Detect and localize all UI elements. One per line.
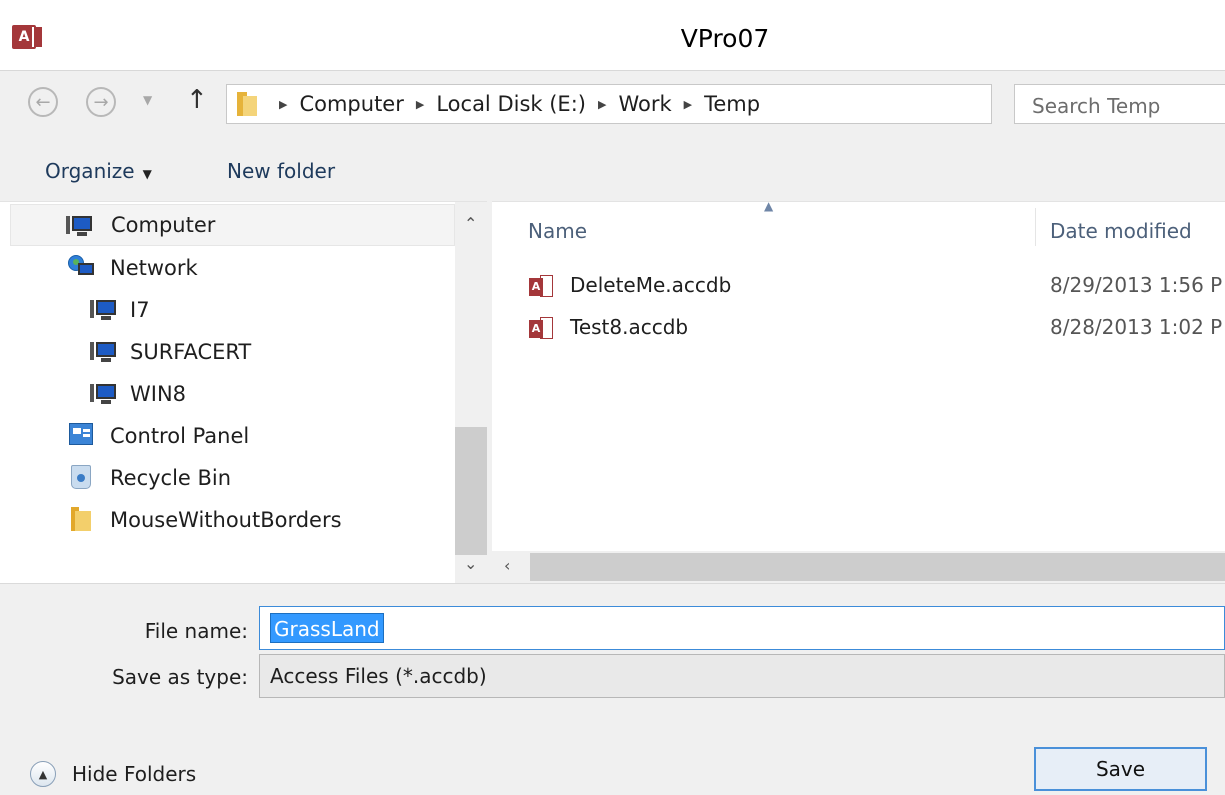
vertical-scrollbar[interactable]: ⌃ ⌄	[455, 202, 487, 584]
navigation-pane: Computer Network I7 SURFACERT WIN8 Contr…	[0, 201, 487, 584]
window-title: VPro07	[680, 24, 770, 53]
recycle-bin-icon	[68, 465, 94, 489]
breadcrumb-separator-icon[interactable]: ▶	[598, 98, 606, 111]
save-type-value: Access Files (*.accdb)	[270, 664, 487, 688]
up-button[interactable]: ↑	[186, 85, 208, 115]
scrollbar-thumb[interactable]	[455, 427, 487, 555]
organize-button[interactable]: Organize ▼	[45, 159, 152, 183]
arrow-right-icon: →	[93, 91, 109, 113]
computer-icon	[90, 340, 116, 364]
new-folder-button[interactable]: New folder	[227, 159, 335, 183]
breadcrumb-separator-icon[interactable]: ▶	[279, 98, 287, 111]
sort-ascending-icon: ▲	[764, 199, 774, 213]
computer-icon	[90, 298, 116, 322]
breadcrumb-local-disk[interactable]: Local Disk (E:)	[436, 92, 586, 116]
nav-item-computer[interactable]: Computer	[10, 204, 455, 246]
nav-item-label: Recycle Bin	[110, 466, 232, 490]
access-file-icon: A	[529, 275, 553, 299]
scrollbar-thumb[interactable]	[530, 553, 1225, 581]
file-name: Test8.accdb	[570, 315, 689, 339]
nav-item-label: Control Panel	[110, 424, 250, 448]
nav-item-label: MouseWithoutBorders	[110, 508, 342, 532]
arrow-up-icon: ↑	[186, 85, 208, 115]
search-input[interactable]: Search Temp	[1014, 84, 1225, 124]
nav-item-label: SURFACERT	[130, 340, 252, 364]
save-button[interactable]: Save	[1034, 747, 1207, 791]
chevron-down-icon[interactable]: ⌄	[464, 554, 477, 573]
breadcrumb-work[interactable]: Work	[618, 92, 671, 116]
caret-down-icon: ▼	[142, 167, 152, 181]
folder-icon	[233, 92, 257, 116]
nav-item-win8[interactable]: WIN8	[10, 373, 455, 415]
nav-item-control-panel[interactable]: Control Panel	[10, 415, 455, 457]
control-panel-icon	[68, 423, 94, 447]
chevron-up-icon: ▲	[30, 761, 56, 787]
file-name-label: File name:	[144, 619, 248, 643]
horizontal-scrollbar[interactable]: ‹	[492, 551, 1225, 583]
breadcrumb-temp[interactable]: Temp	[704, 92, 760, 116]
file-date: 8/28/2013 1:02 P	[1050, 315, 1223, 339]
forward-button[interactable]: →	[86, 87, 116, 117]
computer-icon	[90, 382, 116, 406]
nav-item-surfacert[interactable]: SURFACERT	[10, 331, 455, 373]
back-button[interactable]: ←	[28, 87, 58, 117]
nav-item-label: Network	[110, 256, 198, 280]
breadcrumb-separator-icon[interactable]: ▶	[684, 98, 692, 111]
file-name-field[interactable]: GrassLand	[259, 606, 1225, 650]
save-form: File name: GrassLand Save as type: Acces…	[0, 583, 1225, 795]
breadcrumb-computer[interactable]: Computer	[299, 92, 403, 116]
file-name: DeleteMe.accdb	[570, 273, 732, 297]
recent-locations-dropdown[interactable]: ▼	[143, 93, 152, 107]
nav-item-i7[interactable]: I7	[10, 289, 455, 331]
computer-icon	[66, 214, 92, 238]
breadcrumb-separator-icon[interactable]: ▶	[416, 98, 424, 111]
title-bar: A VPro07	[0, 0, 1225, 70]
column-divider[interactable]	[1035, 208, 1036, 246]
file-date: 8/29/2013 1:56 P	[1050, 273, 1223, 297]
nav-item-recycle-bin[interactable]: Recycle Bin	[10, 457, 455, 499]
hide-folders-button[interactable]: ▲ Hide Folders	[30, 761, 196, 787]
access-file-icon: A	[529, 317, 553, 341]
file-row[interactable]: A DeleteMe.accdb 8/29/2013 1:56 P	[492, 268, 1225, 306]
nav-item-mousewithoutborders[interactable]: MouseWithoutBorders	[10, 499, 455, 541]
nav-item-label: I7	[130, 298, 150, 322]
chevron-left-icon[interactable]: ‹	[504, 556, 510, 575]
chevron-up-icon[interactable]: ⌃	[464, 214, 477, 233]
network-icon	[68, 255, 94, 279]
save-type-label: Save as type:	[112, 665, 248, 689]
arrow-left-icon: ←	[35, 91, 51, 113]
nav-item-label: WIN8	[130, 382, 187, 406]
organize-label: Organize	[45, 159, 135, 183]
nav-item-label: Computer	[111, 213, 216, 237]
address-bar[interactable]: ▶ Computer ▶ Local Disk (E:) ▶ Work ▶ Te…	[226, 84, 1202, 124]
command-bar: Organize ▼ New folder	[0, 137, 1225, 201]
chevron-down-icon: ▼	[143, 93, 153, 107]
file-list-pane: ▲ Name Date modified A DeleteMe.accdb 8/…	[492, 199, 1225, 583]
column-header-name[interactable]: Name	[528, 219, 587, 243]
address-row: ← → ▼ ↑ ▶ Computer ▶ Local Disk (E:) ▶ W…	[0, 70, 1225, 137]
breadcrumb: ▶ Computer ▶ Local Disk (E:) ▶ Work ▶ Te…	[267, 92, 760, 116]
column-header-date-modified[interactable]: Date modified	[1050, 219, 1192, 243]
nav-item-network[interactable]: Network	[10, 247, 455, 289]
hide-folders-label: Hide Folders	[72, 762, 197, 786]
file-row[interactable]: A Test8.accdb 8/28/2013 1:02 P	[492, 310, 1225, 348]
save-type-select[interactable]: Access Files (*.accdb)	[259, 654, 1225, 698]
folder-icon	[68, 507, 94, 531]
file-name-value: GrassLand	[270, 613, 384, 643]
search-placeholder: Search Temp	[1032, 94, 1161, 118]
